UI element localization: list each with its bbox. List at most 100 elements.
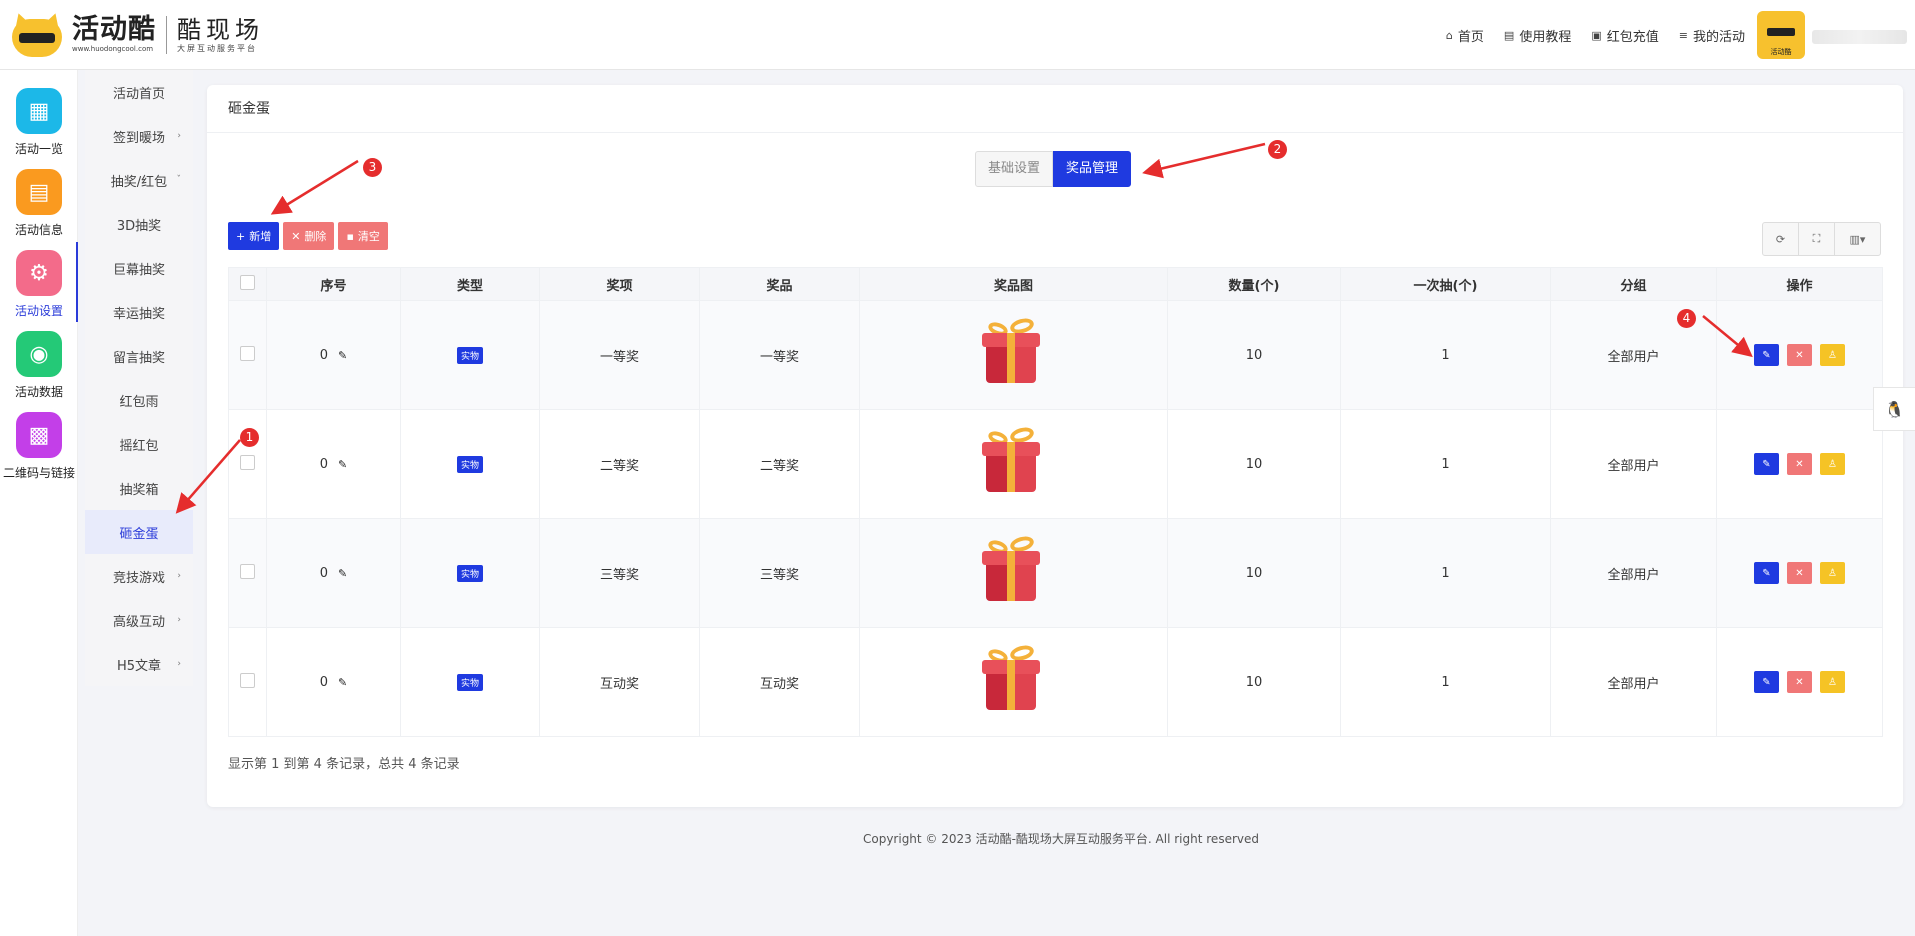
user-button[interactable]: ♙ — [1820, 562, 1845, 584]
col-prize[interactable]: 奖品 — [699, 267, 860, 301]
submenu-item-home[interactable]: 活动首页 — [85, 70, 193, 114]
annotation-marker-4: 4 — [1677, 309, 1696, 328]
table-row: 0 ✎ 实物 三等奖 三等奖 10 1 全部用户 ✎ ✕ ♙ — [228, 518, 1883, 628]
remove-button[interactable]: ✕ — [1787, 453, 1812, 475]
submenu-item-red-packet-rain[interactable]: 红包雨 — [85, 378, 193, 422]
pagination-info: 显示第 1 到第 4 条记录，总共 4 条记录 — [228, 757, 460, 772]
close-icon: ✕ — [291, 229, 301, 243]
submenu-item-lucky-lottery[interactable]: 幸运抽奖 — [85, 290, 193, 334]
tab-prize-management[interactable]: 奖品管理 — [1053, 151, 1132, 187]
submenu-item-checkin[interactable]: 签到暖场 › — [85, 114, 193, 158]
columns-icon[interactable]: ▥▾ — [1834, 222, 1881, 256]
submenu-item-lottery-box[interactable]: 抽奖箱 — [85, 466, 193, 510]
nav-home[interactable]: ⌂ 首页 — [1446, 26, 1484, 45]
col-type[interactable]: 类型 — [400, 267, 540, 301]
add-button[interactable]: + 新增 — [228, 222, 280, 250]
annotation-marker-1: 1 — [240, 428, 259, 447]
submenu-item-message-lottery[interactable]: 留言抽奖 — [85, 334, 193, 378]
col-award[interactable]: 奖项 — [539, 267, 700, 301]
sidebar-item-settings[interactable]: ⚙ 活动设置 — [0, 240, 78, 322]
row-checkbox[interactable] — [228, 518, 267, 628]
submenu-item-advanced[interactable]: 高级互动 › — [85, 598, 193, 642]
nav-recharge[interactable]: ▣ 红包充值 — [1591, 26, 1658, 45]
edit-button[interactable]: ✎ — [1754, 671, 1779, 693]
pencil-icon[interactable]: ✎ — [338, 676, 347, 689]
sidebar-item-data[interactable]: ◉ 活动数据 — [0, 321, 78, 401]
user-button[interactable]: ♙ — [1820, 671, 1845, 693]
support-chat-icon[interactable]: 🐧 — [1873, 387, 1915, 431]
col-group[interactable]: 分组 — [1550, 267, 1717, 301]
sidebar-item-info[interactable]: ▤ 活动信息 — [0, 159, 78, 239]
file-icon: ▤ — [16, 169, 62, 215]
table-tools: ⟳ ⛶ ▥▾ — [1762, 222, 1881, 256]
user-name-blurred[interactable] — [1812, 30, 1907, 44]
user-button[interactable]: ♙ — [1820, 453, 1845, 475]
nav-tutorial[interactable]: ▤ 使用教程 — [1504, 26, 1571, 45]
submenu-item-giant-lottery[interactable]: 巨幕抽奖 — [85, 246, 193, 290]
row-checkbox[interactable] — [228, 300, 267, 410]
gift-image — [974, 316, 1054, 389]
submenu-item-h5[interactable]: H5文章 › — [85, 642, 193, 686]
prize-table: 序号 类型 奖项 奖品 奖品图 数量(个) 一次抽(个) 分组 操作 0 ✎ 实物… — [228, 267, 1883, 737]
delete-button[interactable]: ✕ 删除 — [283, 222, 335, 250]
chevron-down-icon: ˇ — [176, 175, 182, 185]
col-once[interactable]: 一次抽(个) — [1340, 267, 1551, 301]
brand-logo[interactable]: 活动酷 www.huodongcool.com 酷现场 大屏互动服务平台 — [8, 0, 264, 70]
brand-name: 活动酷 — [72, 14, 156, 45]
row-checkbox[interactable] — [228, 627, 267, 737]
table-row: 0 ✎ 实物 一等奖 一等奖 10 1 全部用户 ✎ ✕ ♙ — [228, 300, 1883, 410]
clear-button[interactable]: ▪ 清空 — [338, 222, 388, 250]
submenu-item-3d-lottery[interactable]: 3D抽奖 — [85, 202, 193, 246]
table-row: 0 ✎ 实物 互动奖 互动奖 10 1 全部用户 ✎ ✕ ♙ — [228, 627, 1883, 737]
brand-subname: 酷现场 — [177, 15, 264, 44]
submenu-item-games[interactable]: 竞技游戏 › — [85, 554, 193, 598]
select-all-checkbox[interactable] — [228, 267, 267, 301]
avatar[interactable]: 活动酷 — [1757, 11, 1805, 59]
home-icon: ⌂ — [1445, 28, 1453, 42]
list-icon: ≡ — [1678, 28, 1688, 42]
sidebar-item-qrcode[interactable]: ▩ 二维码与链接 — [0, 402, 78, 482]
edit-button[interactable]: ✎ — [1754, 453, 1779, 475]
col-quantity[interactable]: 数量(个) — [1167, 267, 1341, 301]
refresh-icon[interactable]: ⟳ — [1762, 222, 1799, 256]
wallet-icon: ▣ — [1591, 28, 1602, 42]
brand-url: www.huodongcool.com — [72, 45, 154, 53]
edit-button[interactable]: ✎ — [1754, 562, 1779, 584]
remove-button[interactable]: ✕ — [1787, 671, 1812, 693]
submenu-item-shake-packet[interactable]: 摇红包 — [85, 422, 193, 466]
annotation-marker-2: 2 — [1268, 140, 1287, 159]
gift-image — [974, 425, 1054, 498]
col-actions: 操作 — [1716, 267, 1883, 301]
remove-button[interactable]: ✕ — [1787, 344, 1812, 366]
edit-button[interactable]: ✎ — [1754, 344, 1779, 366]
top-header: 活动酷 www.huodongcool.com 酷现场 大屏互动服务平台 ⌂ 首页… — [0, 0, 1915, 70]
copyright: Copyright © 2023 活动酷-酷现场大屏互动服务平台. All ri… — [862, 832, 1259, 846]
brand-tagline: 大屏互动服务平台 — [177, 43, 257, 53]
pencil-icon[interactable]: ✎ — [338, 458, 347, 471]
user-button[interactable]: ♙ — [1820, 344, 1845, 366]
table-row: 0 ✎ 实物 二等奖 二等奖 10 1 全部用户 ✎ ✕ ♙ — [228, 409, 1883, 519]
submenu-item-lottery[interactable]: 抽奖/红包 ˇ — [85, 158, 193, 202]
cat-logo-icon — [8, 10, 66, 57]
col-index[interactable]: 序号 — [266, 267, 401, 301]
remove-button[interactable]: ✕ — [1787, 562, 1812, 584]
pencil-icon[interactable]: ✎ — [338, 349, 347, 362]
gear-icon: ⚙ — [16, 250, 62, 296]
fullscreen-icon[interactable]: ⛶ — [1798, 222, 1835, 256]
chevron-right-icon: › — [177, 131, 181, 141]
col-prize-image[interactable]: 奖品图 — [859, 267, 1168, 301]
tab-basic-settings[interactable]: 基础设置 — [975, 151, 1054, 187]
row-checkbox[interactable] — [228, 409, 267, 519]
icon-sidebar: ▦ 活动一览 ▤ 活动信息 ⚙ 活动设置 ◉ 活动数据 ▩ 二维码与链接 — [0, 70, 78, 936]
main-card: 砸金蛋 基础设置 奖品管理 + 新增 ✕ 删除 ▪ 清空 ⟳ ⛶ ▥▾ 序号 类型 奖… — [207, 85, 1903, 807]
sidebar-item-overview[interactable]: ▦ 活动一览 — [0, 78, 78, 158]
submenu-item-golden-egg[interactable]: 砸金蛋 — [85, 510, 193, 554]
toolbar: + 新增 ✕ 删除 ▪ 清空 — [228, 222, 388, 250]
pencil-icon[interactable]: ✎ — [338, 567, 347, 580]
gift-image — [974, 534, 1054, 607]
chevron-right-icon: › — [177, 615, 181, 625]
nav-my-activities[interactable]: ≡ 我的活动 — [1679, 26, 1745, 45]
chevron-right-icon: › — [177, 571, 181, 581]
table-header: 序号 类型 奖项 奖品 奖品图 数量(个) 一次抽(个) 分组 操作 — [228, 267, 1883, 301]
document-icon: ▤ — [1503, 28, 1515, 42]
